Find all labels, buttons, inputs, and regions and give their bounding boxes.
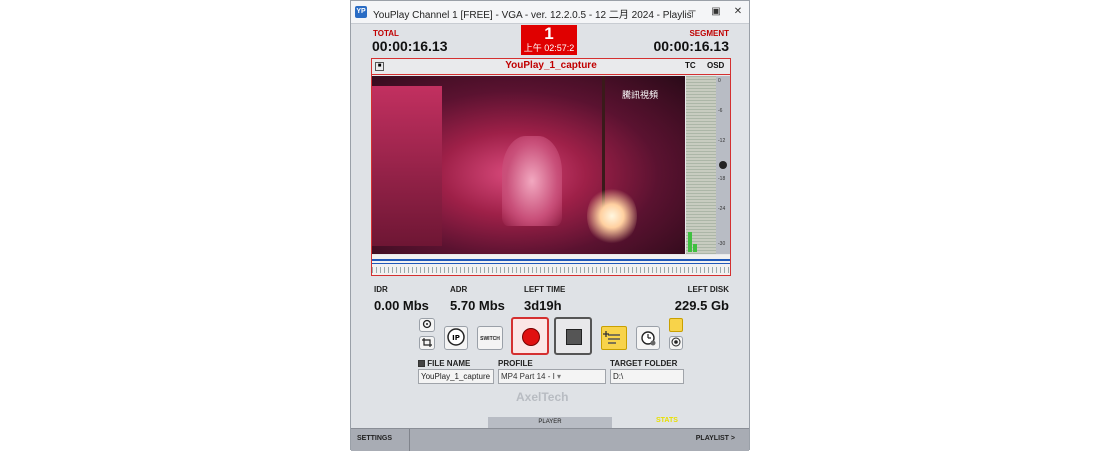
axeltech-logo: AxelTech bbox=[516, 390, 569, 404]
profile-label: PROFILE bbox=[498, 359, 533, 368]
target-button[interactable] bbox=[669, 336, 683, 350]
app-window: YP YouPlay Channel 1 [FREE] - VGA - ver.… bbox=[350, 0, 750, 451]
scale-tick: 0 bbox=[718, 78, 721, 84]
restore-button[interactable]: ▣ bbox=[707, 4, 725, 20]
channel-counter: 1 上午 02:57:2 bbox=[521, 25, 577, 55]
idr-label: IDR bbox=[374, 285, 388, 294]
adr-label: ADR bbox=[450, 285, 468, 294]
scale-tick: -24 bbox=[718, 206, 726, 212]
scale-tick: -30 bbox=[718, 241, 726, 247]
app-icon: YP bbox=[355, 6, 367, 18]
stop-button[interactable] bbox=[554, 317, 592, 355]
target-folder-label: TARGET FOLDER bbox=[610, 359, 678, 368]
player-header: ■ YouPlay_1_capture TC OSD bbox=[372, 59, 730, 75]
chevron-down-icon: ▾ bbox=[557, 372, 562, 381]
crop-button[interactable] bbox=[419, 336, 435, 350]
ip-label: IP bbox=[452, 334, 460, 342]
osd-toggle[interactable]: OSD bbox=[707, 61, 724, 70]
total-time: 00:00:16.13 bbox=[372, 38, 448, 54]
crop-icon bbox=[422, 338, 432, 347]
player-panel: ■ YouPlay_1_capture TC OSD 騰訊視頻 0 -6 -12… bbox=[371, 58, 731, 276]
left-disk-label: LEFT DISK bbox=[687, 285, 729, 294]
video-backdrop bbox=[372, 86, 442, 246]
scale-tick: -12 bbox=[718, 138, 726, 144]
timeline-ticks bbox=[372, 267, 730, 273]
schedule-button[interactable] bbox=[636, 326, 660, 350]
segment-time: 00:00:16.13 bbox=[653, 38, 729, 54]
timeline-track-secondary bbox=[372, 263, 730, 264]
profile-select[interactable]: MP4 Part 14 - I ▾ bbox=[498, 369, 606, 384]
tc-toggle[interactable]: TC bbox=[685, 61, 696, 70]
video-candle-glow bbox=[587, 186, 637, 246]
record-button[interactable] bbox=[511, 317, 549, 355]
record-icon bbox=[522, 328, 540, 346]
file-name-input[interactable]: YouPlay_1_capture bbox=[418, 369, 494, 384]
audio-meter-left bbox=[688, 232, 692, 252]
left-disk-value: 229.5 Gb bbox=[674, 298, 729, 313]
timeline[interactable] bbox=[372, 255, 730, 275]
profile-value: MP4 Part 14 - I bbox=[501, 372, 555, 381]
ip-input-button[interactable]: IP bbox=[444, 326, 468, 350]
audio-meter bbox=[686, 76, 716, 254]
add-to-playlist-button[interactable] bbox=[601, 326, 627, 350]
counter-clock: 上午 02:57:2 bbox=[523, 43, 575, 53]
volume-scale[interactable]: 0 -6 -12 -18 -24 -30 bbox=[716, 76, 730, 254]
playlist-button[interactable]: PLAYLIST > bbox=[696, 435, 735, 442]
target-folder-input[interactable]: D:\ bbox=[610, 369, 684, 384]
video-preview: 騰訊視頻 bbox=[372, 76, 685, 254]
ip-globe-icon: IP bbox=[447, 328, 465, 346]
adr-value: 5.70 Mbs bbox=[450, 298, 505, 313]
file-name-label-text: FILE NAME bbox=[427, 359, 471, 368]
marker-button[interactable] bbox=[669, 318, 683, 332]
switch-button[interactable]: SWITCH bbox=[477, 326, 503, 350]
loop-icon bbox=[422, 319, 432, 329]
audio-meter-right bbox=[693, 244, 697, 252]
idr-value: 0.00 Mbs bbox=[374, 298, 429, 313]
footer-divider bbox=[409, 429, 410, 451]
playlist-add-icon bbox=[603, 331, 620, 344]
tab-player[interactable]: PLAYER bbox=[488, 417, 612, 428]
window-title: YouPlay Channel 1 [FREE] - VGA - ver. 12… bbox=[373, 10, 693, 21]
tab-stats[interactable]: STATS bbox=[656, 417, 678, 424]
stop-icon bbox=[566, 329, 582, 345]
alarm-clock-icon bbox=[641, 331, 656, 346]
target-icon bbox=[671, 337, 681, 347]
scale-tick: -6 bbox=[718, 108, 723, 114]
title-bar[interactable]: YP YouPlay Channel 1 [FREE] - VGA - ver.… bbox=[351, 1, 749, 24]
counter-number: 1 bbox=[544, 24, 554, 43]
file-name-label: FILE NAME bbox=[418, 359, 470, 368]
settings-button[interactable]: SETTINGS bbox=[357, 435, 392, 442]
video-watermark: 騰訊視頻 bbox=[622, 90, 659, 100]
segment-label: SEGMENT bbox=[689, 29, 729, 38]
left-time-value: 3d19h bbox=[524, 298, 562, 313]
total-label: TOTAL bbox=[373, 29, 399, 38]
scale-tick: -18 bbox=[718, 176, 726, 182]
video-figure bbox=[502, 136, 562, 226]
close-button[interactable]: ✕ bbox=[729, 4, 747, 20]
footer-bar: SETTINGS PLAYLIST > bbox=[351, 428, 749, 451]
minimize-button[interactable]: ─ bbox=[683, 4, 701, 20]
timeline-track bbox=[372, 259, 730, 261]
checkbox-icon[interactable] bbox=[418, 360, 425, 368]
loop-button[interactable] bbox=[419, 318, 435, 332]
left-time-label: LEFT TIME bbox=[524, 285, 566, 294]
volume-knob[interactable] bbox=[719, 161, 727, 169]
player-name: YouPlay_1_capture bbox=[505, 60, 597, 71]
